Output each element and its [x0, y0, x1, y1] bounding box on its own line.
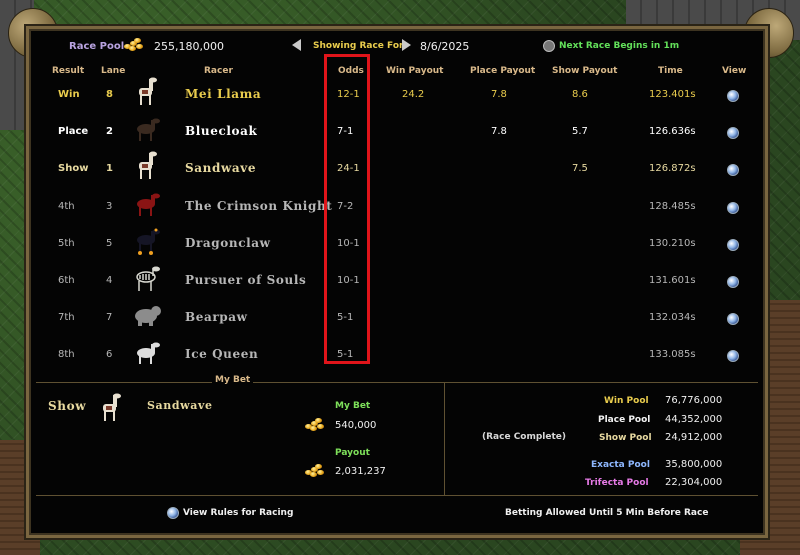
bear-icon: [132, 299, 162, 331]
divider-footer: [36, 495, 758, 496]
payout-value: 2,031,237: [335, 466, 386, 477]
lane-cell: 4: [106, 275, 113, 286]
nightmare-icon: [132, 225, 162, 257]
view-race-globe-icon[interactable]: [727, 202, 739, 214]
racer-name: Dragonclaw: [185, 236, 271, 250]
race-pool-value: 255,180,000: [154, 40, 224, 53]
show-payout-cell: 5.7: [572, 126, 588, 137]
red-horse-icon: [132, 188, 162, 220]
trifecta-pool-label: Trifecta Pool: [585, 478, 649, 488]
racer-name: Pursuer of Souls: [185, 273, 307, 287]
lane-cell: 2: [106, 126, 113, 137]
view-race-globe-icon[interactable]: [727, 350, 739, 362]
lane-cell: 3: [106, 201, 113, 212]
col-lane: Lane: [101, 66, 126, 76]
col-show-payout: Show Payout: [552, 66, 618, 76]
show-pool-label: Show Pool: [599, 433, 652, 443]
result-cell: 7th: [58, 312, 75, 323]
show-payout-cell: 8.6: [572, 89, 588, 100]
lane-cell: 6: [106, 349, 113, 360]
result-cell: 6th: [58, 275, 75, 286]
place-pool-label: Place Pool: [598, 415, 651, 425]
lane-cell: 5: [106, 238, 113, 249]
racer-name: Sandwave: [185, 161, 257, 175]
result-cell: 4th: [58, 201, 75, 212]
time-cell: 126.872s: [649, 163, 696, 174]
payout-label: Payout: [335, 448, 370, 458]
result-cell: Win: [58, 89, 80, 100]
place-pool-value: 44,352,000: [665, 414, 723, 425]
show-pool-value: 24,912,000: [665, 432, 723, 443]
my-bet-type: Show: [48, 399, 87, 413]
racer-name: Bluecloak: [185, 124, 258, 138]
previous-race-arrow-icon[interactable]: [292, 39, 301, 51]
dark-horse-icon: [132, 113, 162, 145]
col-view: View: [722, 66, 747, 76]
view-rules-link[interactable]: View Rules for Racing: [183, 508, 293, 518]
view-race-globe-icon[interactable]: [727, 239, 739, 251]
view-race-globe-icon[interactable]: [727, 313, 739, 325]
col-racer: Racer: [204, 66, 233, 76]
col-time: Time: [658, 66, 683, 76]
time-cell: 131.601s: [649, 275, 696, 286]
racer-name: Bearpaw: [185, 310, 248, 324]
lane-cell: 1: [106, 163, 113, 174]
result-cell: 5th: [58, 238, 75, 249]
time-cell: 128.485s: [649, 201, 696, 212]
divider-my-bet: [36, 382, 758, 383]
white-horse-icon: [132, 336, 162, 368]
showing-race-label: Showing Race For: [313, 41, 404, 51]
betting-note: Betting Allowed Until 5 Min Before Race: [505, 508, 709, 518]
place-payout-cell: 7.8: [491, 126, 507, 137]
racer-name: The Crimson Knight: [185, 199, 333, 213]
racer-name: Ice Queen: [185, 347, 259, 361]
divider-pools: [444, 383, 445, 495]
view-race-globe-icon[interactable]: [727, 90, 739, 102]
view-race-globe-icon[interactable]: [727, 127, 739, 139]
gold-coins-icon: [305, 464, 327, 478]
result-cell: Show: [58, 163, 89, 174]
exacta-pool-label: Exacta Pool: [591, 460, 650, 470]
col-place-payout: Place Payout: [470, 66, 536, 76]
time-cell: 123.401s: [649, 89, 696, 100]
clock-icon: [543, 40, 555, 52]
win-payout-cell: 24.2: [402, 89, 425, 100]
show-payout-cell: 7.5: [572, 163, 588, 174]
col-win-payout: Win Payout: [386, 66, 444, 76]
llama-icon: [96, 392, 126, 424]
gold-coins-icon: [305, 418, 327, 432]
racer-name: Mei Llama: [185, 87, 262, 101]
my-bet-section-label: My Bet: [212, 375, 254, 385]
result-cell: 8th: [58, 349, 75, 360]
lane-cell: 8: [106, 89, 113, 100]
col-result: Result: [52, 66, 85, 76]
result-cell: Place: [58, 126, 89, 137]
lane-cell: 7: [106, 312, 113, 323]
view-race-globe-icon[interactable]: [727, 164, 739, 176]
time-cell: 130.210s: [649, 238, 696, 249]
gold-coins-icon: [124, 38, 146, 52]
time-cell: 133.085s: [649, 349, 696, 360]
rules-globe-icon[interactable]: [167, 507, 179, 519]
llama-icon: [132, 76, 162, 108]
time-cell: 126.636s: [649, 126, 696, 137]
next-race-timer: Next Race Begins in 1m: [559, 41, 680, 51]
trifecta-pool-value: 22,304,000: [665, 477, 723, 488]
my-bet-label: My Bet: [335, 401, 371, 411]
win-pool-value: 76,776,000: [665, 395, 723, 406]
time-cell: 132.034s: [649, 312, 696, 323]
exacta-pool-value: 35,800,000: [665, 459, 723, 470]
place-payout-cell: 7.8: [491, 89, 507, 100]
view-race-globe-icon[interactable]: [727, 276, 739, 288]
next-race-arrow-icon[interactable]: [402, 39, 411, 51]
llama-icon: [132, 150, 162, 182]
skeletal-horse-icon: [132, 262, 162, 294]
race-status: (Race Complete): [482, 432, 567, 442]
my-bet-racer: Sandwave: [147, 399, 213, 412]
race-pool-label: Race Pool: [69, 41, 125, 52]
odds-highlight-box: [324, 54, 370, 364]
my-bet-value: 540,000: [335, 420, 377, 431]
race-date: 8/6/2025: [420, 40, 470, 53]
win-pool-label: Win Pool: [604, 396, 649, 406]
